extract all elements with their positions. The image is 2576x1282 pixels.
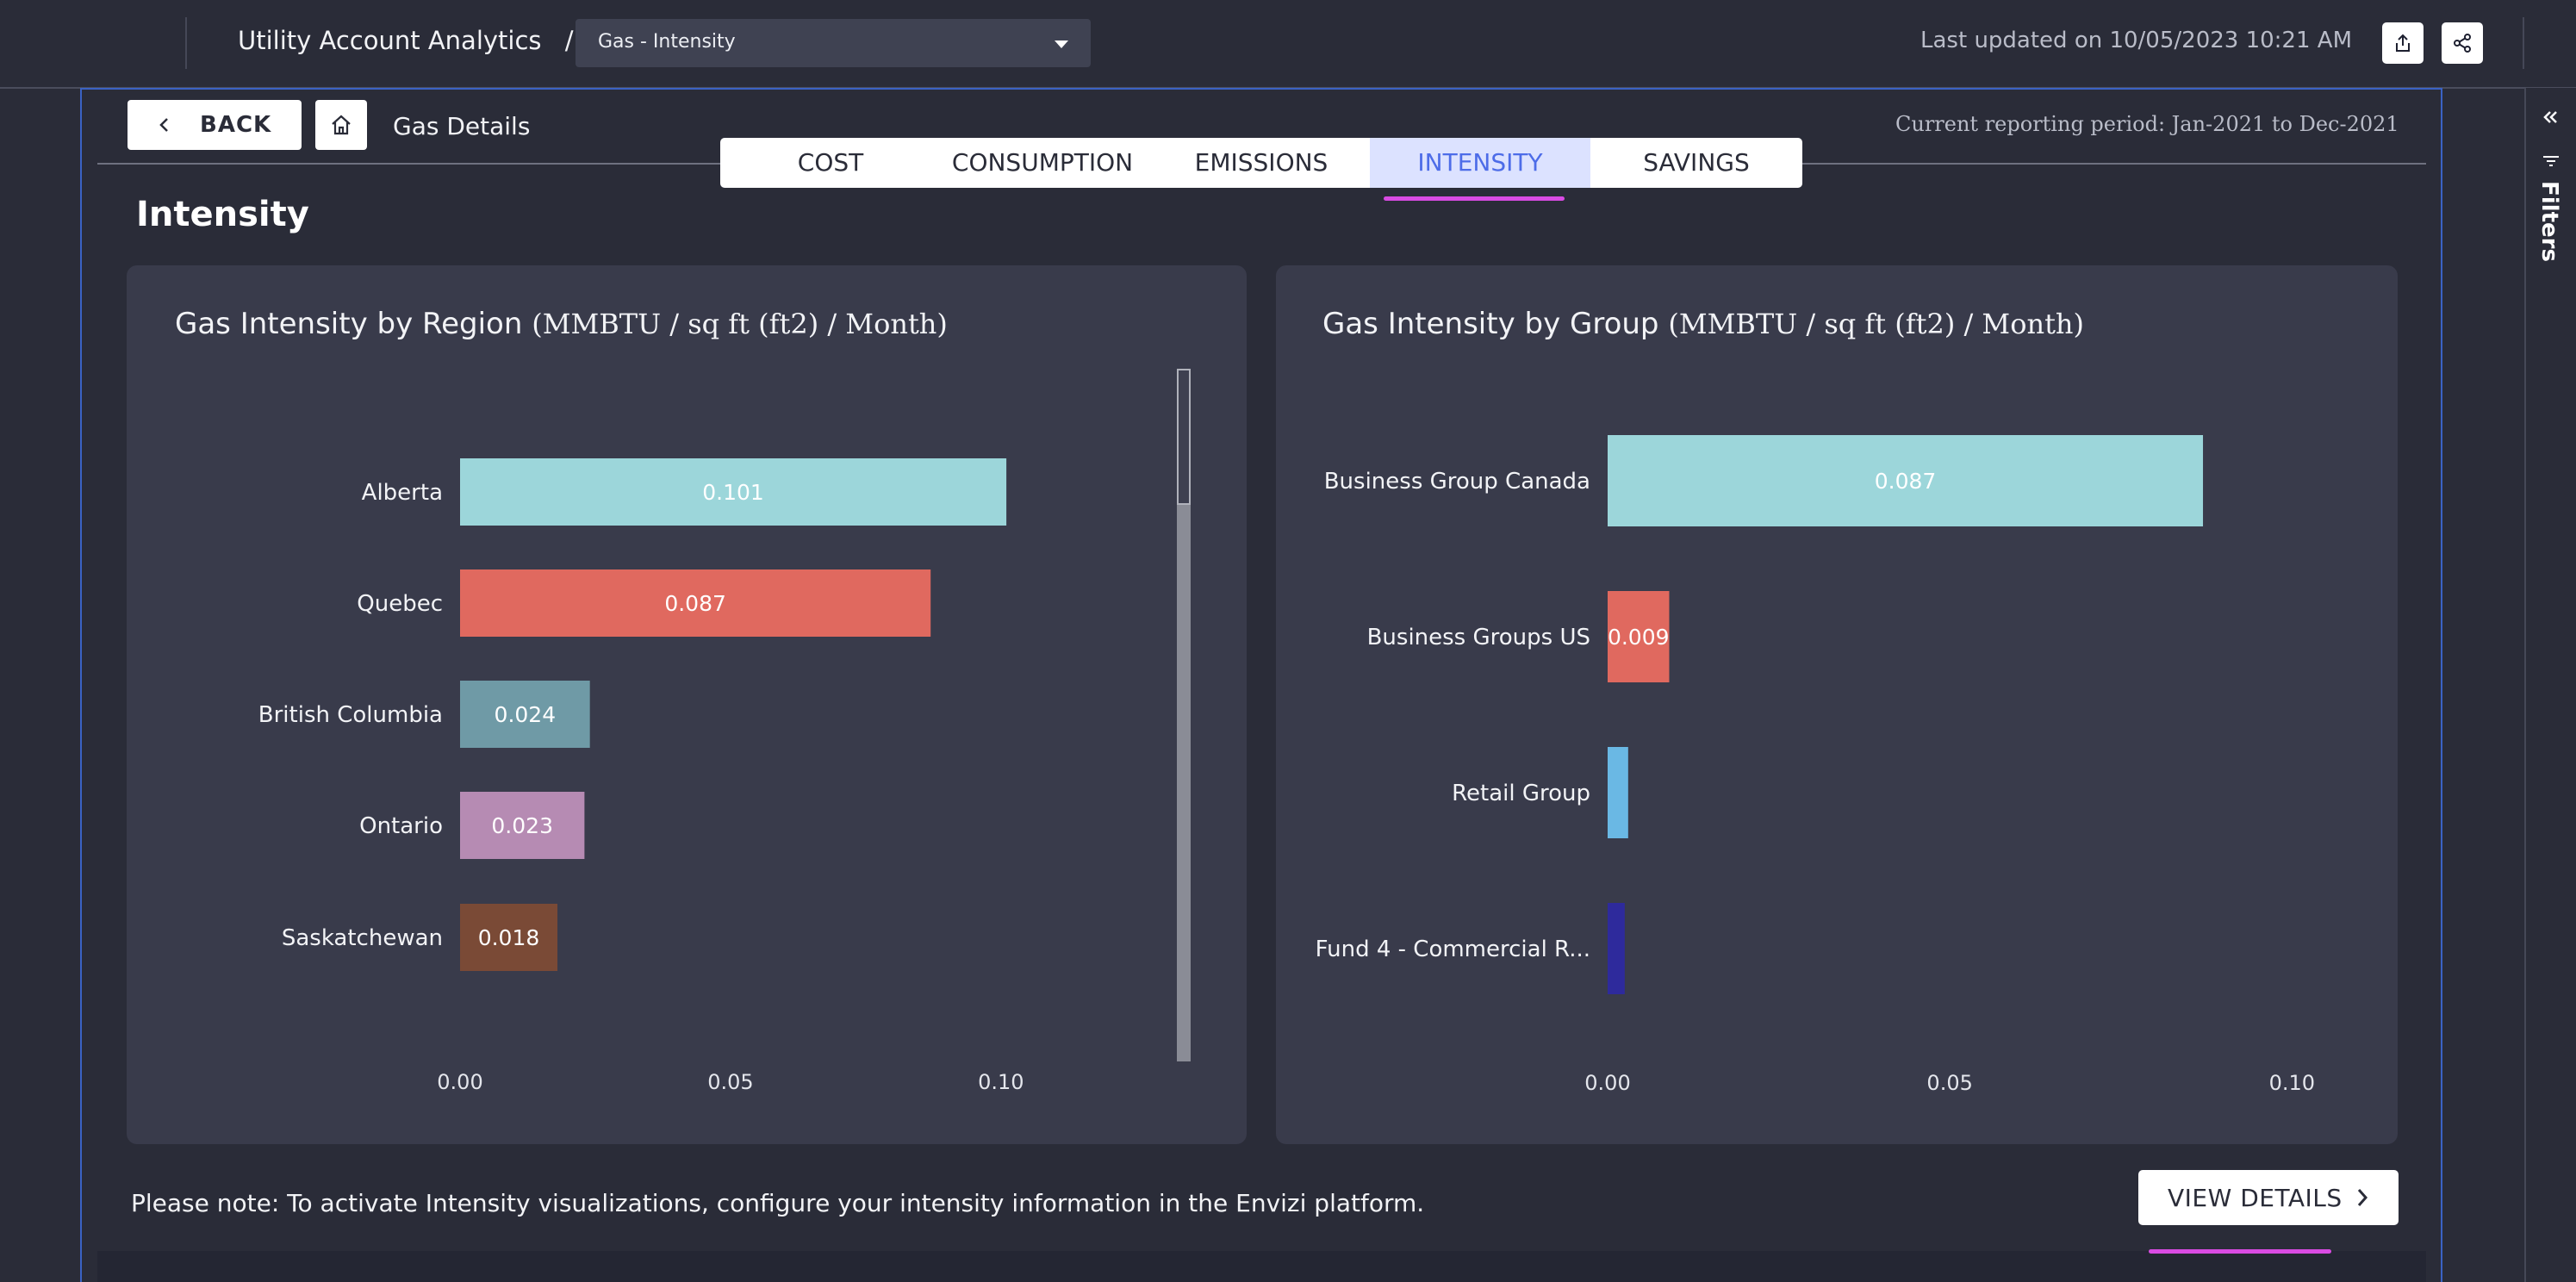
back-button[interactable]: BACK (128, 100, 302, 150)
intensity-note: Please note: To activate Intensity visua… (131, 1189, 1425, 1217)
category-label: Quebec (357, 591, 443, 617)
home-button[interactable] (315, 100, 367, 150)
app-title-text: Utility Account Analytics (238, 26, 542, 55)
x-tick-label: 0.00 (1584, 1071, 1630, 1095)
x-tick-label: 0.05 (707, 1070, 753, 1094)
category-label: Business Group Canada (1324, 469, 1590, 495)
category-label: Ontario (359, 813, 443, 839)
double-chevron-left-icon[interactable] (2540, 109, 2560, 126)
region-bar-chart: Alberta 0.101 Quebec 0.087 British Columbia 0… (258, 458, 1024, 1094)
export-icon (2396, 34, 2410, 52)
data-label: 0.018 (478, 925, 540, 950)
view-select-value: Gas - Intensity (598, 31, 736, 53)
data-label: 0.087 (664, 591, 726, 616)
metric-tabs: COST CONSUMPTION EMISSIONS INTENSITY SAV… (720, 138, 1802, 188)
bottom-strip (97, 1251, 2426, 1282)
tab-emissions[interactable]: EMISSIONS (1151, 138, 1372, 188)
view-details-button[interactable]: VIEW DETAILS (2138, 1170, 2399, 1225)
back-button-label: BACK (200, 112, 272, 138)
data-label: 0.101 (702, 480, 764, 505)
bar (1608, 903, 1625, 994)
share-button[interactable] (2442, 22, 2483, 64)
data-label: 0.087 (1875, 469, 1937, 494)
filter-lines-icon (2543, 156, 2559, 166)
share-icon (2454, 34, 2471, 53)
last-updated: Last updated on 10/05/2023 10:21 AM (1920, 28, 2352, 53)
x-tick-label: 0.00 (437, 1070, 482, 1094)
category-label: Alberta (362, 480, 443, 506)
x-tick-label: 0.10 (978, 1070, 1024, 1094)
x-tick-label: 0.05 (1926, 1071, 1972, 1095)
chart-scrollbar-thumb[interactable] (1177, 369, 1191, 505)
view-details-label: VIEW DETAILS (2168, 1184, 2343, 1212)
filters-panel[interactable] (2524, 88, 2576, 1282)
category-label: Retail Group (1452, 781, 1590, 806)
tab-intensity[interactable]: INTENSITY (1370, 138, 1590, 188)
breadcrumb-separator: / (564, 26, 574, 55)
chevron-right-icon (2357, 1189, 2368, 1206)
chevron-left-icon (159, 118, 168, 132)
group-bar-chart: Business Group Canada 0.087 Business Group… (1316, 435, 2315, 1095)
caret-down-icon (1055, 40, 1068, 48)
category-label: Saskatchewan (282, 925, 443, 951)
category-label: Business Groups US (1367, 625, 1590, 650)
export-button[interactable] (2382, 22, 2424, 64)
data-label: 0.009 (1608, 625, 1670, 650)
top-bar: Utility Account Analytics / Gas - Intens… (0, 0, 2576, 89)
tab-cost[interactable]: COST (720, 138, 941, 188)
home-icon (332, 115, 351, 135)
data-label: 0.024 (495, 702, 557, 727)
breadcrumb-current: Gas Details (393, 112, 531, 140)
tab-consumption[interactable]: CONSUMPTION (932, 138, 1153, 188)
active-tab-indicator (1384, 196, 1565, 201)
tab-savings[interactable]: SAVINGS (1590, 138, 1802, 188)
app-title: Utility Account Analytics / (238, 26, 574, 55)
bar (1608, 747, 1628, 838)
header-divider (185, 17, 187, 69)
section-title: Intensity (136, 195, 309, 234)
category-label: British Columbia (258, 702, 443, 728)
filters-label[interactable]: Filters (2536, 181, 2562, 262)
x-tick-label: 0.10 (2269, 1071, 2315, 1095)
reporting-period: Current reporting period: Jan-2021 to De… (1895, 112, 2399, 136)
header-divider-right (2523, 17, 2524, 69)
view-details-indicator (2149, 1249, 2331, 1254)
view-select[interactable]: Gas - Intensity (576, 19, 1091, 67)
data-label: 0.023 (491, 813, 553, 838)
category-label: Fund 4 - Commercial R... (1316, 937, 1590, 962)
